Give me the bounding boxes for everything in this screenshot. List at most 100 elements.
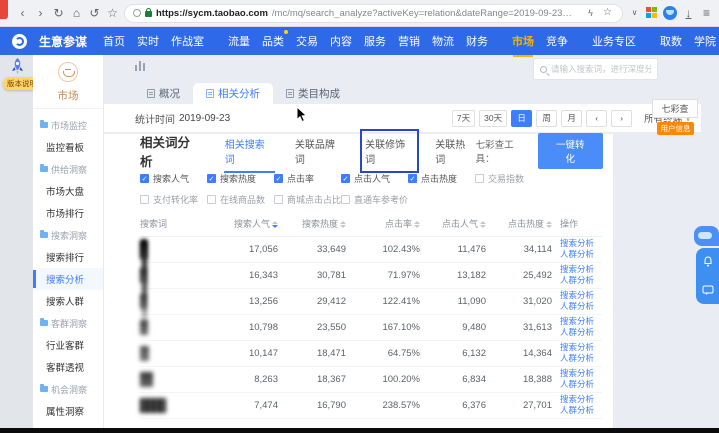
tab-related-search-words[interactable]: 相关搜索词 bbox=[224, 133, 275, 169]
user-info-float-button[interactable]: 用户信息 bbox=[657, 122, 694, 135]
nav-item-market[interactable]: 市场 bbox=[512, 33, 534, 49]
extension-app-icon[interactable] bbox=[663, 6, 677, 20]
nav-item-trade[interactable]: 交易 bbox=[296, 33, 318, 49]
range-week-button[interactable]: 周 bbox=[536, 110, 557, 127]
checkbox-online-items[interactable]: 在线商品数 bbox=[207, 193, 274, 206]
checkbox-search-heat[interactable]: 搜索热度 bbox=[207, 172, 274, 185]
download-icon[interactable]: ↓ bbox=[682, 7, 695, 19]
sidebar-item-market-ranking[interactable]: 市场排行 bbox=[33, 202, 103, 224]
bolt-icon[interactable]: ϟ bbox=[584, 9, 597, 18]
sort-icon[interactable] bbox=[546, 221, 552, 228]
stat-date[interactable]: 2019-09-23 bbox=[179, 113, 230, 124]
sidebar-group-customer-insight[interactable]: 客群洞察 bbox=[33, 312, 103, 334]
tab-hot-words[interactable]: 关联热词 bbox=[434, 133, 475, 169]
crowd-analysis-link[interactable]: 人群分析 bbox=[560, 405, 600, 416]
sidebar-item-attribute-insight[interactable]: 属性洞察 bbox=[33, 400, 103, 422]
sidebar-group-market-monitor[interactable]: 市场监控 bbox=[33, 114, 103, 136]
nav-item-service[interactable]: 服务 bbox=[364, 33, 386, 49]
search-analysis-link[interactable]: 搜索分析 bbox=[560, 316, 600, 327]
nav-item-traffic[interactable]: 流量 bbox=[228, 33, 250, 49]
sidebar-item-search-analysis[interactable]: 搜索分析 bbox=[33, 268, 103, 290]
assistant-mascot-icon[interactable] bbox=[694, 226, 719, 246]
search-analysis-link[interactable]: 搜索分析 bbox=[560, 238, 600, 249]
chat-icon[interactable] bbox=[702, 285, 714, 296]
crowd-analysis-link[interactable]: 人群分析 bbox=[560, 353, 600, 364]
sidebar-item-search-crowd[interactable]: 搜索人群 bbox=[33, 290, 103, 312]
chevron-down-icon[interactable]: ∨ bbox=[628, 9, 641, 17]
next-date-button[interactable]: › bbox=[611, 110, 632, 127]
bell-icon[interactable] bbox=[702, 256, 714, 268]
browser-tab-stub[interactable] bbox=[0, 0, 8, 19]
sort-icon[interactable] bbox=[272, 221, 278, 228]
range-7d-button[interactable]: 7天 bbox=[452, 110, 475, 127]
checkbox-ztc-ref-price[interactable]: 直通车参考价 bbox=[341, 193, 408, 206]
sidebar-group-supply-insight[interactable]: 供给洞察 bbox=[33, 158, 103, 180]
crowd-analysis-link[interactable]: 人群分析 bbox=[560, 379, 600, 390]
checkbox-click-popularity[interactable]: 点击人气 bbox=[341, 172, 408, 185]
crowd-analysis-link[interactable]: 人群分析 bbox=[560, 327, 600, 338]
nav-item-content[interactable]: 内容 bbox=[330, 33, 352, 49]
home-icon[interactable]: ⌂ bbox=[70, 7, 83, 19]
menu-icon[interactable]: ≡ bbox=[700, 7, 713, 19]
nav-item-academy[interactable]: 学院 bbox=[694, 33, 716, 49]
crowd-analysis-link[interactable]: 人群分析 bbox=[560, 275, 600, 286]
checkbox-click-heat[interactable]: 点击热度 bbox=[408, 172, 475, 185]
bookmark-star-icon[interactable]: ☆ bbox=[106, 7, 119, 19]
sort-icon[interactable] bbox=[340, 221, 346, 228]
columns-icon[interactable] bbox=[135, 61, 145, 71]
tab-overview[interactable]: 概况 bbox=[134, 83, 193, 104]
col-search-heat[interactable]: 搜索热度 bbox=[280, 212, 348, 236]
checkbox-click-rate[interactable]: 点击率 bbox=[274, 172, 341, 185]
search-analysis-link[interactable]: 搜索分析 bbox=[560, 264, 600, 275]
back-icon[interactable]: ‹ bbox=[16, 7, 29, 19]
forward-icon[interactable]: › bbox=[34, 7, 47, 19]
nav-item-marketing[interactable]: 营销 bbox=[398, 33, 420, 49]
tab-relation-analysis[interactable]: 相关分析 bbox=[193, 83, 273, 104]
col-search-popularity[interactable]: 搜索人气 bbox=[202, 212, 280, 236]
crowd-analysis-link[interactable]: 人群分析 bbox=[560, 249, 600, 260]
nav-item-category[interactable]: 品类 bbox=[262, 33, 284, 49]
rocket-icon[interactable] bbox=[11, 58, 24, 75]
sidebar-item-customer-perspective[interactable]: 客群透视 bbox=[33, 356, 103, 378]
search-analysis-link[interactable]: 搜索分析 bbox=[560, 342, 600, 353]
brand-name[interactable]: 生意参谋 bbox=[39, 33, 87, 50]
sidebar-item-market-overview[interactable]: 市场大盘 bbox=[33, 180, 103, 202]
range-day-button[interactable]: 日 bbox=[511, 110, 532, 127]
tab-category-composition[interactable]: 类目构成 bbox=[273, 83, 353, 104]
page-info-icon[interactable] bbox=[133, 9, 141, 17]
search-analysis-link[interactable]: 搜索分析 bbox=[560, 394, 600, 405]
one-key-convert-button[interactable]: 一键转化 bbox=[538, 133, 603, 169]
sidebar-item-search-ranking[interactable]: 搜索排行 bbox=[33, 246, 103, 268]
nav-item-finance[interactable]: 财务 bbox=[466, 33, 488, 49]
prev-date-button[interactable]: ‹ bbox=[586, 110, 607, 127]
address-bar[interactable]: https://sycm.taobao.com /mc/mq/search_an… bbox=[124, 4, 623, 23]
sort-icon[interactable] bbox=[414, 221, 420, 228]
col-click-rate[interactable]: 点击率 bbox=[348, 212, 422, 236]
col-click-heat[interactable]: 点击热度 bbox=[488, 212, 554, 236]
range-30d-button[interactable]: 30天 bbox=[479, 110, 507, 127]
star-icon[interactable]: ☆ bbox=[601, 8, 614, 18]
checkbox-search-popularity[interactable]: 搜索人气 bbox=[140, 172, 207, 185]
sidebar-item-industry-customers[interactable]: 行业客群 bbox=[33, 334, 103, 356]
reload-icon[interactable]: ↻ bbox=[52, 7, 65, 19]
sidebar-group-opportunity-insight[interactable]: 机会洞察 bbox=[33, 378, 103, 400]
search-analysis-link[interactable]: 搜索分析 bbox=[560, 290, 600, 301]
crowd-analysis-link[interactable]: 人群分析 bbox=[560, 301, 600, 312]
sidebar-group-search-insight[interactable]: 搜索洞察 bbox=[33, 224, 103, 246]
keyword-search-box[interactable] bbox=[533, 58, 658, 80]
assistant-dock[interactable] bbox=[696, 248, 719, 304]
checkbox-mall-click-share[interactable]: 商城点击占比 bbox=[274, 193, 341, 206]
qicaicha-float-button[interactable]: 七彩查 bbox=[652, 99, 698, 118]
checkbox-trade-index[interactable]: 交易指数 bbox=[475, 172, 542, 185]
extension-grid-icon[interactable] bbox=[646, 7, 658, 19]
nav-item-war-room[interactable]: 作战室 bbox=[171, 33, 204, 49]
checkbox-pay-conversion[interactable]: 支付转化率 bbox=[140, 193, 207, 206]
sort-icon[interactable] bbox=[480, 221, 486, 228]
nav-item-competition[interactable]: 竞争 bbox=[546, 33, 568, 49]
tab-brand-words[interactable]: 关联品牌词 bbox=[294, 133, 345, 169]
search-analysis-link[interactable]: 搜索分析 bbox=[560, 368, 600, 379]
nav-item-business-zone[interactable]: 业务专区 bbox=[592, 33, 636, 49]
nav-item-realtime[interactable]: 实时 bbox=[137, 33, 159, 49]
history-icon[interactable]: ↺ bbox=[88, 7, 101, 19]
tab-modifier-words[interactable]: 关联修饰词 bbox=[364, 133, 415, 169]
